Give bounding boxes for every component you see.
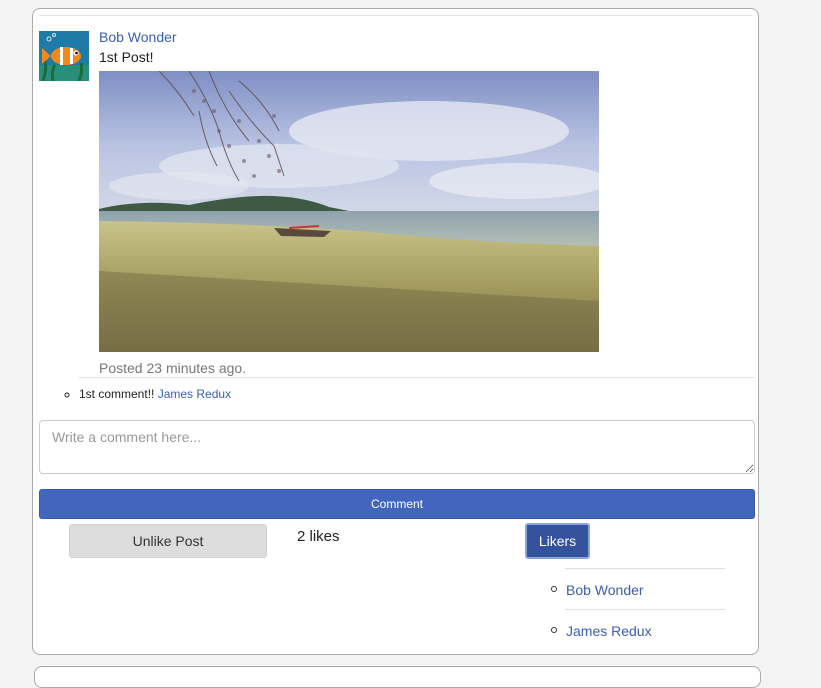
post-text: 1st Post! <box>99 49 154 65</box>
list-bullet <box>551 627 557 633</box>
comment-input[interactable] <box>39 420 755 474</box>
unlike-post-button[interactable]: Unlike Post <box>69 524 267 558</box>
fish-avatar-icon <box>39 31 89 81</box>
comment-item: 1st comment!! James Redux <box>79 387 231 401</box>
liker-item: Bob Wonder <box>551 568 725 609</box>
comment-text: 1st comment!! <box>79 387 155 401</box>
comment-author-link[interactable]: James Redux <box>158 387 231 401</box>
post-timestamp: Posted 23 minutes ago. <box>99 360 247 376</box>
card-top-divider <box>39 15 753 16</box>
likers-list: Bob Wonder James Redux <box>551 568 725 650</box>
liker-item: James Redux <box>551 609 725 650</box>
comment-submit-button[interactable]: Comment <box>39 489 755 519</box>
post-divider <box>79 377 754 378</box>
next-post-card <box>34 666 761 688</box>
likers-button[interactable]: Likers <box>525 523 590 559</box>
post-card: Bob Wonder 1st Post! Posted 23 minutes a… <box>32 8 759 655</box>
liker-link[interactable]: Bob Wonder <box>566 582 644 598</box>
likes-count: 2 likes <box>297 528 340 545</box>
comment-list: 1st comment!! James Redux <box>63 387 231 401</box>
list-bullet <box>551 586 557 592</box>
beach-photo <box>99 71 599 352</box>
post-author-link[interactable]: Bob Wonder <box>99 29 177 45</box>
liker-link[interactable]: James Redux <box>566 623 652 639</box>
